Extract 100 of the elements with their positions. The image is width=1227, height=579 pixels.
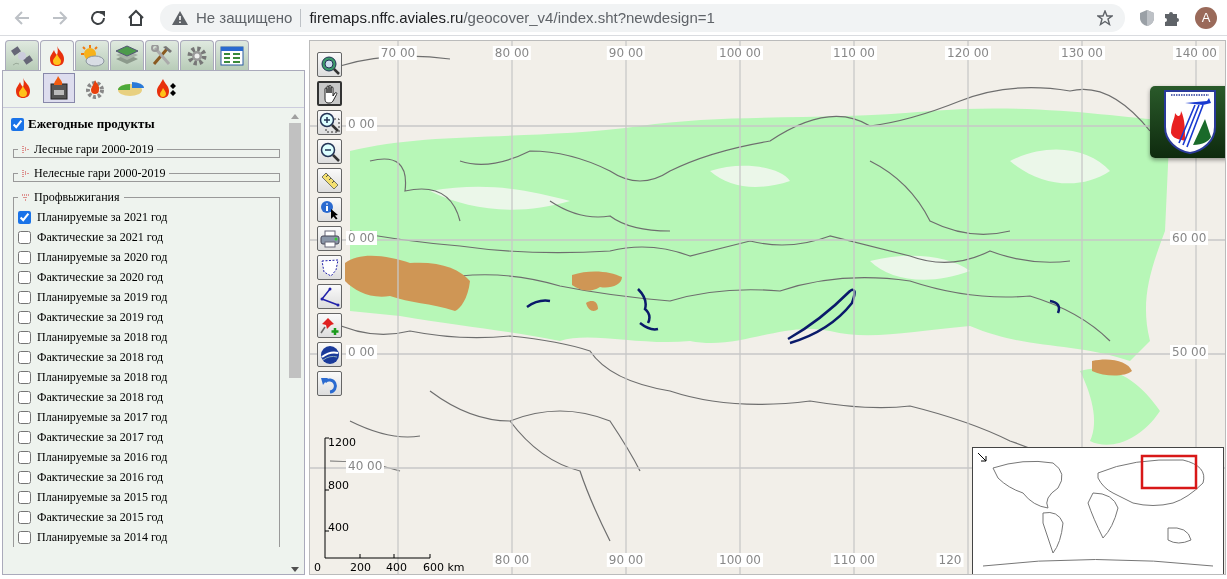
layer-label: Планируемые за 2019 год — [37, 289, 168, 305]
panel-tab[interactable] — [215, 40, 249, 70]
checkbox[interactable] — [18, 390, 31, 404]
bookmark-star-icon[interactable] — [1097, 9, 1113, 26]
viewport-frame[interactable] — [1140, 454, 1198, 490]
polyline-icon — [319, 286, 340, 307]
longitude-label: 120 — [936, 553, 964, 567]
scale-label: 200 — [350, 561, 371, 574]
panel-tab[interactable] — [110, 40, 144, 70]
scroll-down-icon[interactable] — [291, 567, 299, 572]
latitude-label: 40 00 — [346, 459, 385, 473]
checkbox[interactable] — [18, 510, 31, 524]
layer-label: Планируемые за 2018 год — [37, 369, 168, 385]
checkbox[interactable] — [18, 370, 31, 384]
checkbox[interactable] — [18, 470, 31, 484]
layer-label: Планируемые за 2018 год — [37, 329, 168, 345]
map-tool-button[interactable] — [317, 52, 342, 77]
zoom-out-icon — [319, 141, 340, 162]
panel-tab[interactable] — [180, 40, 214, 70]
panel-tab[interactable] — [5, 40, 39, 70]
flame-icon — [14, 77, 32, 99]
longitude-label: 110 00 — [831, 553, 877, 567]
checkbox[interactable] — [18, 350, 31, 364]
forward-arrow-icon — [51, 8, 69, 27]
collapse-arrow-icon[interactable] — [977, 452, 987, 462]
overview-map[interactable] — [972, 447, 1224, 574]
group-title[interactable]: Нелесные гари 2000-2019 — [34, 166, 166, 181]
pushpin-plus-icon — [319, 315, 340, 336]
info-cursor-icon — [319, 199, 340, 220]
checkbox[interactable] — [18, 250, 31, 264]
latitude-label: 50 00 — [1170, 345, 1209, 359]
longitude-label: 80 00 — [492, 553, 532, 567]
layer-label: Планируемые за 2016 год — [37, 449, 168, 465]
panel-tab[interactable] — [40, 40, 74, 71]
layer-label: Планируемые за 2020 год — [37, 249, 168, 265]
group-title[interactable]: Лесные гари 2000-2019 — [34, 142, 154, 157]
longitude-label: 100 00 — [717, 553, 763, 567]
flame-icon — [48, 45, 66, 67]
layers-icon — [114, 44, 140, 67]
shield-emblem-icon — [1163, 89, 1217, 155]
layer-label: Фактические за 2015 год — [37, 509, 164, 525]
longitude-label: 70 00 — [378, 46, 418, 60]
layer-label: Планируемые за 2021 год — [37, 209, 168, 225]
globe-magnifier-icon — [319, 54, 340, 75]
layer-label: Фактические за 2018 год — [37, 349, 164, 365]
checkbox[interactable] — [18, 230, 31, 244]
polygon-icon — [319, 257, 340, 278]
profile-avatar[interactable]: A — [1195, 6, 1217, 29]
longitude-label: 100 00 — [717, 46, 763, 60]
checkbox[interactable] — [18, 410, 31, 424]
warning-icon — [172, 10, 188, 25]
layer-label: Планируемые за 2017 год — [37, 409, 168, 425]
url-text: firemaps.nffc.aviales.ru/geocover_v4/index.sht?newdesign=1 — [309, 9, 716, 26]
home-icon — [127, 8, 145, 27]
group-title[interactable]: Профвыжигания — [34, 190, 120, 205]
layer-label: Планируемые за 2015 год — [37, 489, 168, 505]
scale-label: 1200 — [328, 436, 356, 449]
subtab-button[interactable] — [43, 73, 75, 103]
security-label: Не защищено — [196, 9, 293, 26]
latitude-label: 0 00 — [346, 117, 377, 131]
map-tool-button[interactable] — [317, 197, 342, 222]
logo-badge[interactable] — [1150, 86, 1225, 158]
latitude-label: 0 00 — [346, 345, 377, 359]
scroll-up-icon[interactable] — [291, 114, 299, 119]
layer-label: Планируемые за 2014 год — [37, 529, 168, 545]
layer-label: Фактические за 2016 год — [37, 469, 164, 485]
checkbox[interactable] — [18, 430, 31, 444]
checkbox[interactable] — [18, 530, 31, 544]
shield-icon[interactable] — [1139, 8, 1155, 27]
checkbox[interactable] — [18, 490, 31, 504]
satellite-icon — [10, 44, 34, 67]
longitude-label: 90 00 — [606, 553, 646, 567]
address-bar[interactable]: Не защищено firemaps.nffc.aviales.ru/geocover_v4/index.sht?newdesign=1 — [160, 3, 1125, 32]
checkbox[interactable] — [18, 270, 31, 284]
checkbox[interactable] — [18, 310, 31, 324]
scale-label: 0 — [314, 561, 321, 574]
checkbox[interactable] — [11, 117, 24, 131]
longitude-label: 120 00 — [945, 46, 991, 60]
layer-label: Фактические за 2021 год — [37, 229, 164, 245]
checkbox[interactable] — [18, 330, 31, 344]
map-tool-button[interactable] — [317, 284, 342, 309]
map-tool-button[interactable] — [317, 342, 342, 367]
hammer-wrench-icon — [150, 44, 174, 67]
flame-dots-icon — [155, 77, 179, 99]
checkbox[interactable] — [18, 210, 31, 224]
scrollbar-thumb[interactable] — [289, 123, 301, 378]
map-tool-button[interactable] — [317, 110, 342, 135]
checkbox[interactable] — [18, 290, 31, 304]
map-tool-button[interactable] — [317, 81, 342, 106]
sun-cloud-icon — [79, 44, 105, 67]
fire-cabinet-icon — [48, 76, 70, 100]
layer-label: Фактические за 2019 год — [37, 309, 164, 325]
back-arrow-icon — [13, 8, 31, 27]
checkbox[interactable] — [18, 450, 31, 464]
section-title: Ежегодные продукты — [28, 116, 155, 132]
map-tool-button[interactable] — [317, 139, 342, 164]
panel-tab[interactable] — [145, 40, 179, 70]
latitude-label: 0 00 — [346, 231, 377, 245]
latitude-label: 60 00 — [1170, 231, 1209, 245]
reload-icon — [89, 8, 107, 27]
